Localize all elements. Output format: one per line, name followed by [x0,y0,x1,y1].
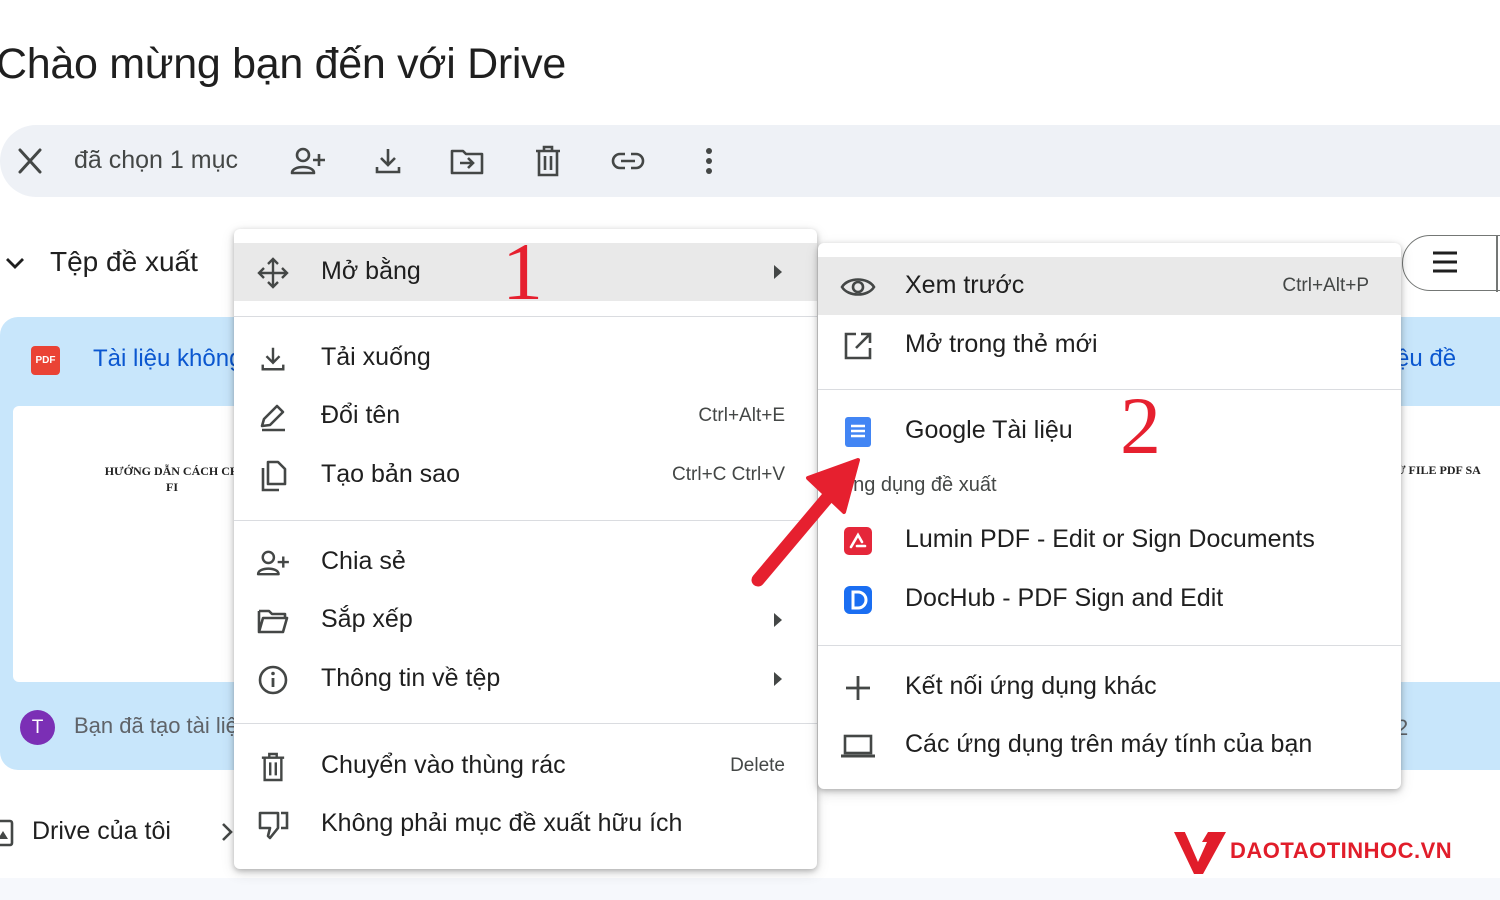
copy-icon [256,459,290,493]
menu-label: Chia sẻ [321,547,406,575]
menu-label: Kết nối ứng dụng khác [905,672,1157,700]
pdf-file-icon: PDF [31,346,60,375]
info-icon [256,663,290,697]
step-number-2: 2 [1120,380,1161,471]
my-drive-label[interactable]: Drive của tôi [32,817,171,846]
menu-item-connect-apps[interactable]: Kết nối ứng dụng khác [818,658,1401,716]
open-in-new-icon [840,328,876,364]
avatar: T [20,710,55,745]
trash-icon[interactable] [530,144,566,178]
menu-item-not-helpful[interactable]: Không phải mục đề xuất hữu ích [234,795,817,853]
file-name[interactable]: Tài liệu không [93,345,243,373]
submenu-arrow-icon [773,612,783,628]
menu-divider [234,723,817,724]
more-vert-icon[interactable] [691,144,727,178]
folder-open-icon [256,604,290,638]
download-icon [256,342,290,376]
close-icon[interactable] [14,147,46,175]
menu-item-move-to-trash[interactable]: Chuyển vào thùng rác Delete [234,737,817,795]
menu-label: Thông tin về tệp [321,664,501,692]
menu-item-share[interactable]: Chia sẻ [234,533,817,591]
menu-shortcut: Ctrl+Alt+E [698,405,785,426]
step-number-1: 1 [502,226,543,317]
menu-shortcut: Delete [730,755,785,776]
suggested-apps-header: Ứng dụng đề xuất [848,474,997,496]
menu-label: Các ứng dụng trên máy tính của bạn [905,730,1313,758]
laptop-icon [840,728,876,764]
share-person-icon[interactable] [290,144,326,178]
trash-icon [256,750,290,784]
file-thumbnail[interactable] [13,406,270,682]
file-reason: Bạn đã tạo tài liệu [74,713,244,738]
menu-label: Sắp xếp [321,605,413,633]
menu-label: DocHub - PDF Sign and Edit [905,584,1224,612]
drive-page: Chào mừng bạn đến với Drive đã chọn 1 mụ… [0,0,1500,900]
menu-item-file-info[interactable]: Thông tin về tệp [234,650,817,708]
submenu-arrow-icon [773,671,783,687]
menu-divider [818,645,1401,646]
file-name-right[interactable]: ệu đề [1396,345,1456,373]
watermark-v-icon [1174,831,1226,874]
chevron-right-icon[interactable] [220,821,234,843]
thumb-down-icon [256,808,290,842]
download-icon[interactable] [370,144,406,178]
file-thumbnail-right[interactable] [1390,406,1500,682]
menu-label: Tải xuống [321,343,431,371]
submenu-arrow-icon [773,264,783,280]
menu-label: Lumin PDF - Edit or Sign Documents [905,525,1315,553]
menu-label: Không phải mục đề xuất hữu ích [321,809,683,837]
bottom-strip [0,878,1500,900]
list-view-icon[interactable] [1432,250,1458,274]
menu-item-rename[interactable]: Đổi tên Ctrl+Alt+E [234,387,817,445]
move-to-folder-icon[interactable] [449,144,485,178]
menu-label: Mở bằng [321,257,421,285]
my-drive-icon [0,819,14,847]
menu-label: Tạo bản sao [321,460,460,488]
menu-divider [818,389,1401,390]
link-icon[interactable] [610,144,646,178]
thumbnail-text: HƯỚNG DẪN CÁCH CH FI [104,464,240,494]
pencil-icon [256,400,290,434]
open-with-submenu: Xem trước Ctrl+Alt+P Mở trong thẻ mới Go… [818,243,1401,789]
menu-item-google-docs[interactable]: Google Tài liệu [818,402,1401,460]
watermark-logo: DAOTAOTINHOC.VN [1172,826,1452,876]
menu-item-dochub[interactable]: DocHub - PDF Sign and Edit [818,570,1401,628]
move-arrows-icon [256,256,290,290]
page-title: Chào mừng bạn đến với Drive [0,40,566,88]
toggle-divider [1496,236,1498,292]
watermark-text: DAOTAOTINHOC.VN [1230,838,1453,863]
google-docs-icon [840,414,876,450]
menu-label: Google Tài liệu [905,416,1073,444]
menu-label: Mở trong thẻ mới [905,330,1098,358]
menu-divider [234,520,817,521]
annotation-arrow-icon [740,452,865,592]
eye-icon [840,269,876,305]
menu-item-download[interactable]: Tải xuống [234,329,817,387]
menu-item-organize[interactable]: Sắp xếp [234,591,817,649]
menu-item-lumin[interactable]: Lumin PDF - Edit or Sign Documents [818,511,1401,569]
menu-item-preview[interactable]: Xem trước Ctrl+Alt+P [818,257,1401,315]
menu-label: Xem trước [905,271,1025,299]
menu-item-make-copy[interactable]: Tạo bản sao Ctrl+C Ctrl+V [234,446,817,504]
menu-item-computer-apps[interactable]: Các ứng dụng trên máy tính của bạn [818,716,1401,774]
menu-label: Đổi tên [321,401,401,429]
menu-shortcut: Ctrl+Alt+P [1282,275,1369,296]
selection-count: đã chọn 1 mục [74,146,238,174]
plus-icon [840,670,876,706]
chevron-down-icon[interactable] [4,252,26,274]
context-menu: Mở bằng Tải xuống Đổi tên Ctrl+Alt+E Tạo… [234,229,817,869]
thumbnail-text-right: Ừ FILE PDF SA [1396,463,1481,477]
menu-label: Chuyển vào thùng rác [321,751,566,779]
menu-item-open-new-tab[interactable]: Mở trong thẻ mới [818,316,1401,374]
section-title: Tệp đề xuất [50,246,198,277]
share-person-icon [256,546,290,580]
